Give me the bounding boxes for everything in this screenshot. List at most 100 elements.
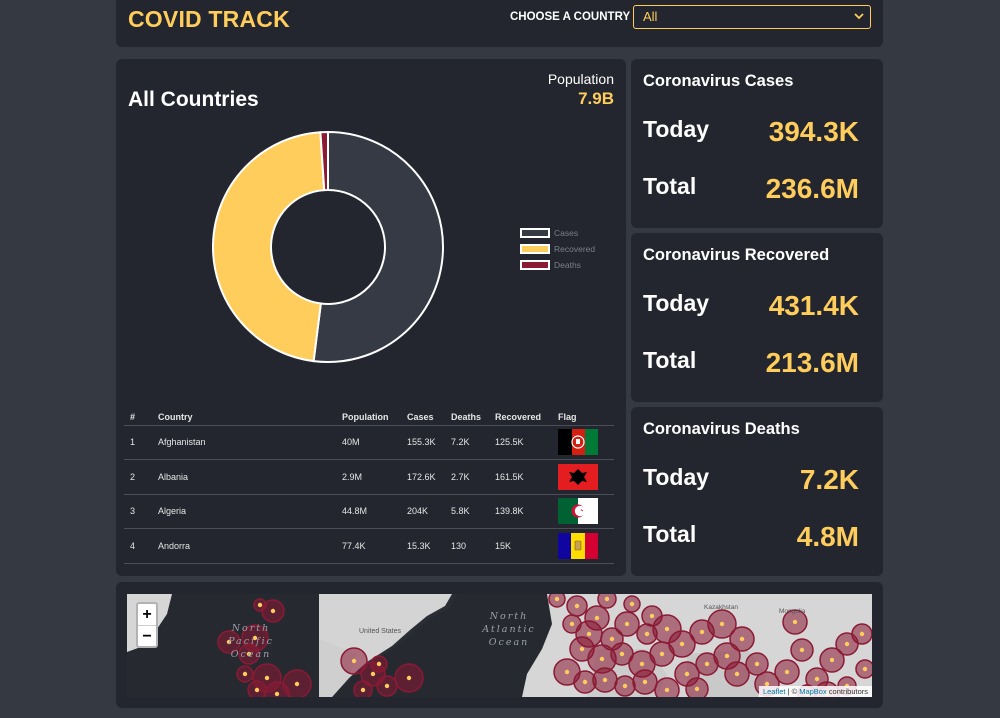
map-label-mongolia: Mongolia [779, 608, 806, 615]
cell-country: Algeria [152, 494, 336, 530]
cell-flag [552, 459, 614, 495]
col-header-cases: Cases [401, 409, 445, 426]
zoom-control: + − [136, 602, 158, 648]
table-row[interactable]: 1 Afghanistan 40M 155.3K 7.2K 125.5K [124, 425, 614, 461]
flag-algeria-icon [558, 498, 598, 525]
country-select-label: CHOOSE A COUNTRY [510, 11, 631, 23]
country-overview-panel: All Countries Population 7.9B Cases Reco… [116, 59, 626, 576]
recovered-today-value: 431.4K [768, 290, 859, 321]
map-attribution: Leaflet | © MapBox contributors [758, 686, 872, 697]
col-header-index: # [124, 409, 152, 426]
cell-recovered: 15K [489, 528, 552, 564]
cell-deaths: 5.8K [445, 494, 489, 530]
legend-item-deaths[interactable]: Deaths [520, 257, 595, 273]
deaths-today-label: Today [643, 464, 710, 490]
legend-item-recovered[interactable]: Recovered [520, 241, 595, 257]
cases-today-value: 394.3K [768, 116, 859, 147]
col-header-country: Country [152, 409, 336, 426]
attribution-text: contributors [826, 687, 868, 696]
deaths-today-value: 7.2K [799, 464, 859, 495]
attribution-separator: | © [785, 687, 800, 696]
cell-deaths: 2.7K [445, 459, 489, 495]
cases-card-title: Coronavirus Cases [643, 72, 794, 90]
map-label-united-states: United States [359, 628, 402, 635]
zoom-in-button[interactable]: + [138, 604, 156, 625]
table-row[interactable]: 3 Algeria 44.8M 204K 5.8K 139.8K [124, 494, 614, 530]
cell-recovered: 139.8K [489, 494, 552, 530]
cases-total-label: Total [643, 173, 697, 199]
cell-population: 77.4K [336, 528, 401, 564]
population-value: 7.9B [578, 89, 614, 108]
app-title: COVID TRACK [128, 6, 290, 32]
recovered-total-label: Total [643, 347, 697, 373]
country-table: # Country Population Cases Deaths Recove… [124, 409, 614, 564]
flag-afghanistan-icon [558, 429, 598, 456]
recovered-today-label: Today [643, 290, 710, 316]
cell-index: 4 [124, 528, 152, 564]
cell-population: 44.8M [336, 494, 401, 530]
cases-stat-card: Coronavirus Cases Today 394.3K Total 236… [631, 59, 883, 228]
legend-swatch-cases [520, 228, 550, 238]
chart-legend: Cases Recovered Deaths [520, 225, 595, 273]
cell-flag [552, 528, 614, 564]
col-header-population: Population [336, 409, 401, 426]
legend-swatch-deaths [520, 260, 550, 270]
flag-andorra-icon [558, 533, 598, 560]
region-title: All Countries [128, 88, 259, 111]
cell-recovered: 125.5K [489, 425, 552, 461]
cell-cases: 172.6K [401, 459, 445, 495]
cell-population: 2.9M [336, 459, 401, 495]
legend-item-cases[interactable]: Cases [520, 225, 595, 241]
table-row[interactable]: 2 Albania 2.9M 172.6K 2.7K 161.5K [124, 459, 614, 495]
cell-cases: 204K [401, 494, 445, 530]
deaths-card-title: Coronavirus Deaths [643, 420, 800, 438]
country-select-value: All [643, 9, 658, 24]
legend-label-cases: Cases [554, 228, 579, 238]
donut-slice-recovered[interactable] [212, 131, 326, 363]
deaths-total-value: 4.8M [796, 521, 859, 552]
cell-recovered: 161.5K [489, 459, 552, 495]
cell-population: 40M [336, 425, 401, 461]
recovered-stat-card: Coronavirus Recovered Today 431.4K Total… [631, 233, 883, 402]
cell-flag [552, 494, 614, 530]
header-bar: COVID TRACK CHOOSE A COUNTRY All [116, 0, 883, 47]
country-select[interactable]: All [633, 5, 871, 29]
recovered-total-value: 213.6M [765, 347, 859, 378]
population-label: Population [547, 71, 614, 87]
mapbox-link[interactable]: MapBox [799, 687, 827, 696]
world-map[interactable]: North Pacific Ocean North Atlantic Ocean… [127, 594, 872, 697]
map-label-kazakhstan: Kazakhstan [704, 604, 738, 611]
recovered-card-title: Coronavirus Recovered [643, 246, 830, 264]
deaths-total-label: Total [643, 521, 697, 547]
map-panel: North Pacific Ocean North Atlantic Ocean… [116, 582, 883, 708]
cell-cases: 155.3K [401, 425, 445, 461]
leaflet-link[interactable]: Leaflet [763, 687, 786, 696]
cell-cases: 15.3K [401, 528, 445, 564]
legend-swatch-recovered [520, 244, 550, 254]
donut-slice-cases[interactable] [312, 130, 444, 363]
legend-label-recovered: Recovered [554, 244, 596, 254]
legend-label-deaths: Deaths [554, 260, 581, 270]
cell-country: Afghanistan [152, 425, 336, 461]
table-header-row: # Country Population Cases Deaths Recove… [124, 409, 614, 426]
zoom-out-button[interactable]: − [138, 625, 156, 646]
cell-index: 2 [124, 459, 152, 495]
col-header-recovered: Recovered [489, 409, 552, 426]
cell-flag [552, 425, 614, 461]
cell-country: Andorra [152, 528, 336, 564]
cases-total-value: 236.6M [765, 173, 859, 204]
chevron-down-icon [854, 13, 864, 20]
cell-index: 1 [124, 425, 152, 461]
cases-today-label: Today [643, 116, 710, 142]
deaths-stat-card: Coronavirus Deaths Today 7.2K Total 4.8M [631, 407, 883, 576]
col-header-deaths: Deaths [445, 409, 489, 426]
cell-country: Albania [152, 459, 336, 495]
cell-deaths: 130 [445, 528, 489, 564]
table-row[interactable]: 4 Andorra 77.4K 15.3K 130 15K [124, 528, 614, 564]
col-header-flag: Flag [552, 409, 614, 426]
cell-index: 3 [124, 494, 152, 530]
ocean-label-north-pacific: North Pacific Ocean [228, 623, 274, 660]
cell-deaths: 7.2K [445, 425, 489, 461]
ocean-label-north-atlantic: North Atlantic Ocean [482, 611, 536, 648]
donut-chart [212, 130, 444, 363]
